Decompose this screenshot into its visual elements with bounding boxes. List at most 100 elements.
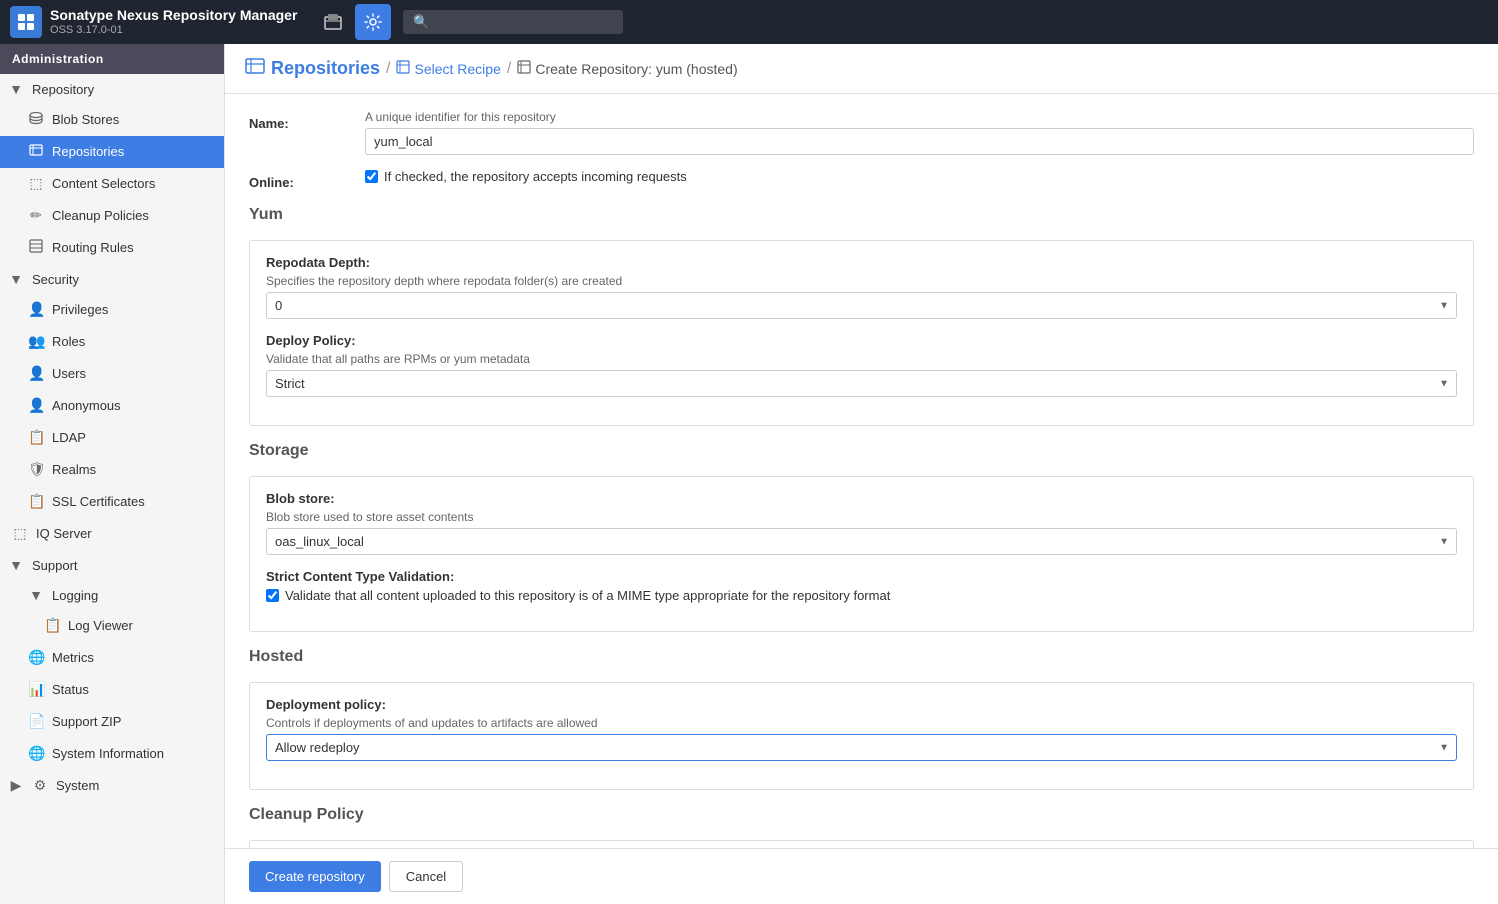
sidebar-item-blob-stores[interactable]: Blob Stores [0, 104, 224, 136]
sidebar-item-repositories[interactable]: Repositories [0, 136, 224, 168]
sidebar-item-anonymous[interactable]: 👤 Anonymous [0, 390, 224, 422]
deployment-policy-subsection: Deployment policy: Controls if deploymen… [266, 697, 1457, 761]
browse-button[interactable] [315, 4, 351, 40]
strict-content-subsection: Strict Content Type Validation: Validate… [266, 569, 1457, 603]
strict-content-checkbox[interactable] [266, 589, 279, 602]
realms-label: Realms [52, 462, 96, 477]
blob-stores-icon [28, 111, 44, 128]
breadcrumb-step1[interactable]: Select Recipe [396, 60, 500, 77]
yum-section-title: Yum [249, 206, 1474, 228]
repodata-depth-subsection: Repodata Depth: Specifies the repository… [266, 255, 1457, 319]
deploy-policy-label: Deploy Policy: [266, 333, 1457, 348]
sidebar-item-support-zip[interactable]: 📄 Support ZIP [0, 706, 224, 738]
admin-button[interactable] [355, 4, 391, 40]
strict-content-checkbox-row: Validate that all content uploaded to th… [266, 588, 1457, 603]
chevron-down-icon-security: ▼ [8, 271, 24, 287]
sidebar-item-logging[interactable]: ▼ Logging [0, 580, 224, 610]
cancel-button[interactable]: Cancel [389, 861, 463, 892]
sidebar-item-ssl-certificates[interactable]: 📋 SSL Certificates [0, 486, 224, 518]
status-icon: 📊 [28, 681, 44, 698]
chevron-down-icon-logging: ▼ [28, 587, 44, 603]
log-viewer-label: Log Viewer [68, 618, 133, 633]
strict-content-hint: Validate that all content uploaded to th… [285, 588, 890, 603]
cleanup-icon: ✏ [28, 207, 44, 224]
deployment-policy-select[interactable]: Allow redeploy Disable redeploy Read-onl… [266, 734, 1457, 761]
repositories-label: Repositories [52, 144, 124, 159]
system-group-icon: ⚙ [32, 777, 48, 794]
sidebar-item-roles[interactable]: 👥 Roles [0, 326, 224, 358]
sidebar: Administration ▼ Repository Blob Stores [0, 44, 225, 904]
sidebar-item-realms[interactable]: 🛡 Realms [0, 454, 224, 486]
support-zip-label: Support ZIP [52, 714, 121, 729]
ldap-icon: 📋 [28, 429, 44, 446]
sidebar-item-log-viewer[interactable]: 📋 Log Viewer [0, 610, 224, 642]
sidebar-item-content-selectors[interactable]: ⬚ Content Selectors [0, 168, 224, 200]
sidebar-item-cleanup-policies[interactable]: ✏ Cleanup Policies [0, 200, 224, 232]
name-hint: A unique identifier for this repository [365, 110, 1474, 124]
sidebar-item-label: Repository [32, 82, 94, 97]
status-label: Status [52, 682, 89, 697]
deployment-policy-hint: Controls if deployments of and updates t… [266, 716, 1457, 730]
iq-server-icon: ⬚ [12, 525, 28, 542]
sidebar-item-users[interactable]: 👤 Users [0, 358, 224, 390]
sidebar-item-iq-server[interactable]: ⬚ IQ Server [0, 518, 224, 550]
topbar: Sonatype Nexus Repository Manager OSS 3.… [0, 0, 1498, 44]
content-selectors-label: Content Selectors [52, 176, 155, 191]
deploy-policy-select[interactable]: Strict Permissive [266, 370, 1457, 397]
sidebar-item-privileges[interactable]: 👤 Privileges [0, 294, 224, 326]
search-icon: 🔍 [413, 14, 429, 30]
sidebar-item-routing-rules[interactable]: Routing Rules [0, 232, 224, 264]
storage-section: Blob store: Blob store used to store ass… [249, 476, 1474, 632]
sidebar-item-support[interactable]: ▼ Support [0, 550, 224, 580]
users-label: Users [52, 366, 86, 381]
yum-section: Repodata Depth: Specifies the repository… [249, 240, 1474, 426]
system-label: System [56, 778, 99, 793]
repositories-icon [28, 143, 44, 160]
support-zip-icon: 📄 [28, 713, 44, 730]
form-content: Name: A unique identifier for this repos… [225, 94, 1498, 848]
hosted-section-title: Hosted [249, 648, 1474, 670]
sidebar-item-metrics[interactable]: 🌐 Metrics [0, 642, 224, 674]
deploy-policy-hint: Validate that all paths are RPMs or yum … [266, 352, 1457, 366]
sidebar-item-system-information[interactable]: 🌐 System Information [0, 738, 224, 770]
current-repo-icon [517, 60, 531, 77]
name-input[interactable] [365, 128, 1474, 155]
sidebar-scroll: ▼ Repository Blob Stores [0, 74, 224, 904]
search-input[interactable] [436, 15, 614, 30]
online-label: Online: [249, 169, 349, 190]
sidebar-item-status[interactable]: 📊 Status [0, 674, 224, 706]
online-checkbox[interactable] [365, 170, 378, 183]
sidebar-item-repository[interactable]: ▼ Repository [0, 74, 224, 104]
recipe-icon [396, 60, 410, 77]
repodata-depth-label: Repodata Depth: [266, 255, 1457, 270]
sidebar-item-system[interactable]: ▶ ⚙ System [0, 770, 224, 801]
online-checkbox-row: If checked, the repository accepts incom… [365, 169, 1474, 184]
ldap-label: LDAP [52, 430, 86, 445]
breadcrumb-root[interactable]: Repositories [271, 58, 380, 79]
iq-server-label: IQ Server [36, 526, 92, 541]
create-repository-button[interactable]: Create repository [249, 861, 381, 892]
deployment-policy-select-wrapper: Allow redeploy Disable redeploy Read-onl… [266, 734, 1457, 761]
metrics-icon: 🌐 [28, 649, 44, 666]
app-logo: Sonatype Nexus Repository Manager OSS 3.… [10, 6, 297, 38]
metrics-label: Metrics [52, 650, 94, 665]
chevron-down-icon-support: ▼ [8, 557, 24, 573]
blob-store-select-wrapper: default oas_linux_local [266, 528, 1457, 555]
breadcrumb-current: Create Repository: yum (hosted) [517, 60, 737, 77]
roles-label: Roles [52, 334, 85, 349]
breadcrumb: Repositories / Select Recipe / [225, 44, 1498, 94]
chevron-right-icon-system: ▶ [8, 777, 24, 794]
sidebar-item-security[interactable]: ▼ Security [0, 264, 224, 294]
cleanup-section: Available cleanup policies: Select a cle… [249, 840, 1474, 848]
privileges-label: Privileges [52, 302, 108, 317]
breadcrumb-sep1: / [386, 60, 390, 78]
search-bar[interactable]: 🔍 [403, 10, 623, 34]
users-icon: 👤 [28, 365, 44, 382]
sidebar-item-ldap[interactable]: 📋 LDAP [0, 422, 224, 454]
repodata-depth-select-wrapper: 0 1 2 3 4 5 [266, 292, 1457, 319]
blob-store-subsection: Blob store: Blob store used to store ass… [266, 491, 1457, 555]
security-label: Security [32, 272, 79, 287]
anonymous-label: Anonymous [52, 398, 121, 413]
blob-store-select[interactable]: default oas_linux_local [266, 528, 1457, 555]
repodata-depth-select[interactable]: 0 1 2 3 4 5 [266, 292, 1457, 319]
